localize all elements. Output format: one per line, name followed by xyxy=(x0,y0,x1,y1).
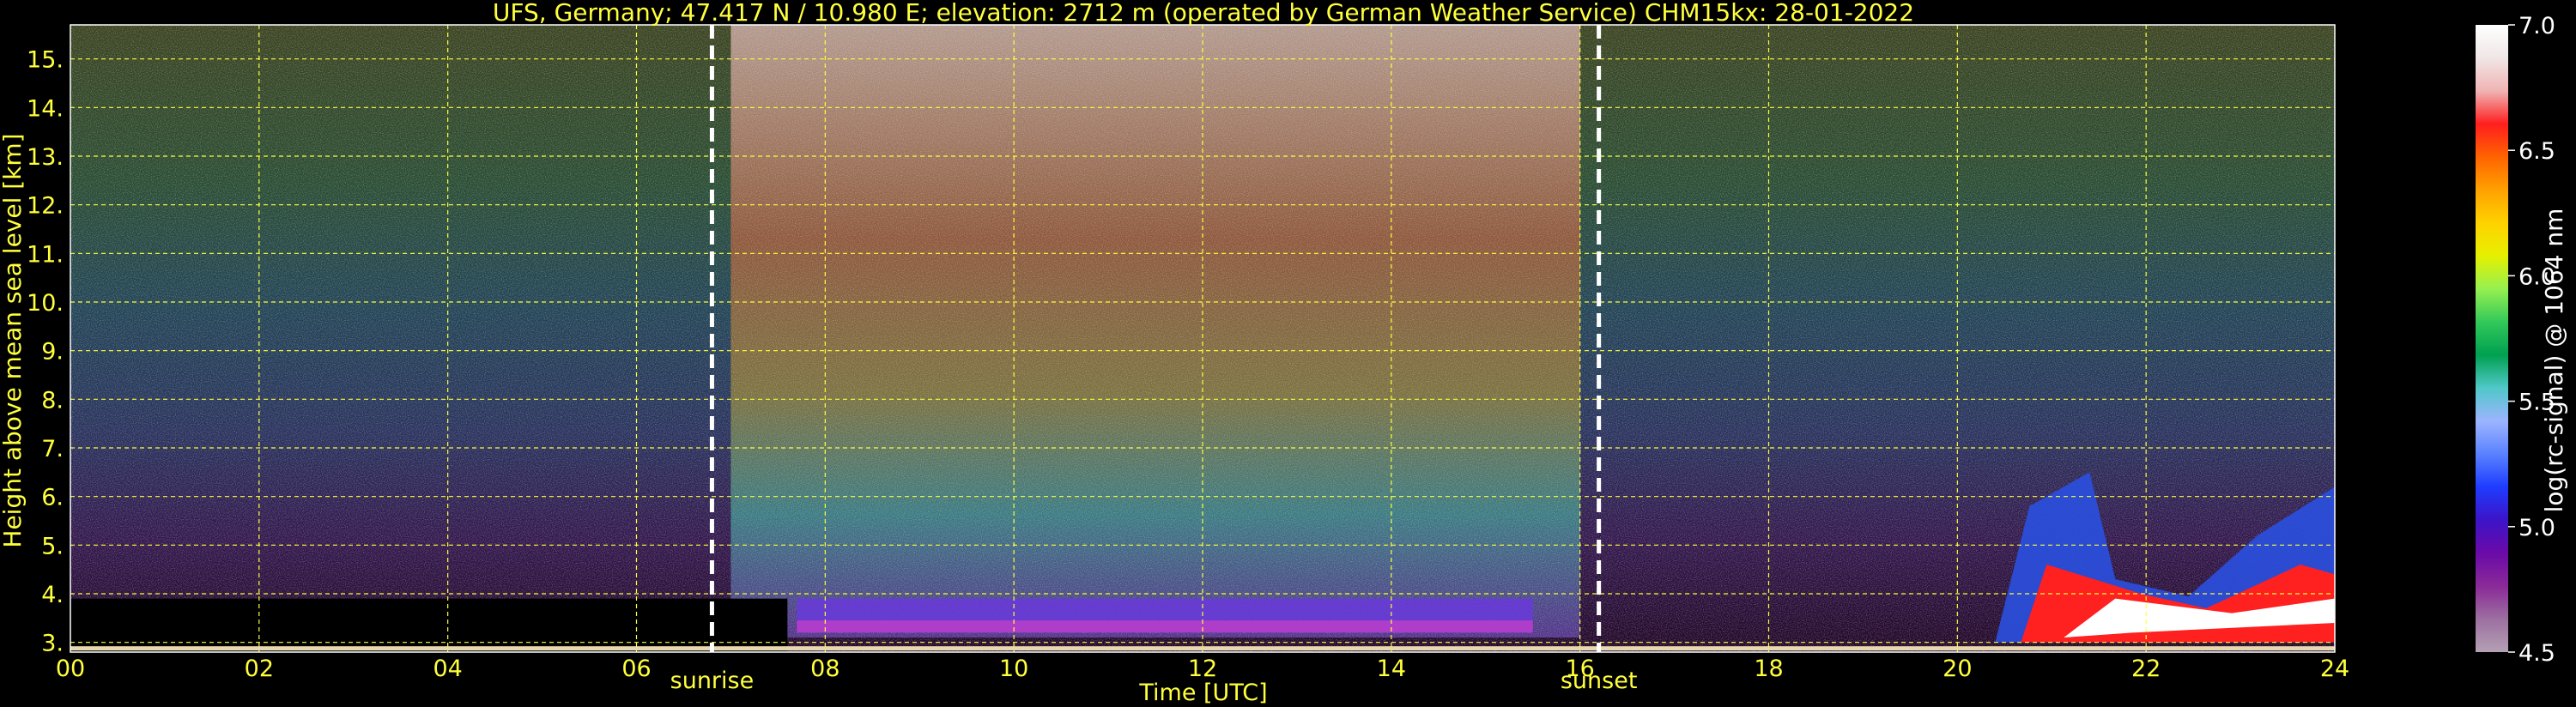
y-tick-label: 6. xyxy=(41,485,64,511)
x-tick-label: 12 xyxy=(1188,656,1217,682)
y-tick-label: 13. xyxy=(27,144,64,171)
x-tick-label: 20 xyxy=(1943,656,1972,682)
annotation-label-sunset: sunset xyxy=(1561,668,1638,694)
colorbar: 4.55.05.56.06.57.0 log(rc-signal) @ 1064… xyxy=(2476,13,2568,667)
colorbar-tick-label: 7.0 xyxy=(2518,13,2555,39)
colorbar-tick-label: 4.5 xyxy=(2518,640,2555,667)
y-tick-label: 12. xyxy=(27,193,64,220)
y-tick-label: 9. xyxy=(41,339,64,366)
x-tick-label: 24 xyxy=(2320,656,2349,682)
ground-mask xyxy=(70,598,788,652)
x-tick-label: 00 xyxy=(56,656,85,682)
y-tick-label: 3. xyxy=(41,631,64,657)
x-tick-label: 02 xyxy=(245,656,274,682)
y-tick-label: 4. xyxy=(41,582,64,608)
colorbar-label: log(rc-signal) @ 1064 nm xyxy=(2540,208,2568,513)
x-tick-label: 10 xyxy=(999,656,1028,682)
y-tick-label: 10. xyxy=(27,290,64,317)
y-tick-label: 15. xyxy=(27,47,64,74)
y-axis-label: Height above mean sea level [km] xyxy=(0,133,27,547)
x-tick-label: 06 xyxy=(621,656,651,682)
colorbar-gradient xyxy=(2476,25,2508,652)
y-tick-label: 5. xyxy=(41,533,64,559)
x-tick-label: 14 xyxy=(1377,656,1406,682)
boundary-layer-band-bottom xyxy=(797,620,1533,633)
y-tick-label: 8. xyxy=(41,387,64,414)
chart-title: UFS, Germany; 47.417 N / 10.980 E; eleva… xyxy=(493,0,1914,27)
x-axis-label: Time [UTC] xyxy=(1138,680,1267,706)
x-tick-label: 04 xyxy=(433,656,462,682)
y-tick-label: 11. xyxy=(27,241,64,268)
annotation-label-sunrise: sunrise xyxy=(670,668,755,694)
ceilometer-chart: UFS, Germany; 47.417 N / 10.980 E; eleva… xyxy=(0,0,2568,706)
colorbar-tick-label: 5.0 xyxy=(2518,515,2555,541)
y-tick-label: 14. xyxy=(27,95,64,122)
x-tick-label: 22 xyxy=(2131,656,2161,682)
x-ticks: 00 02 04 06 08 10 12 14 16 18 20 22 24 xyxy=(56,656,2349,682)
x-tick-label: 18 xyxy=(1754,656,1783,682)
x-tick-label: 08 xyxy=(810,656,839,682)
colorbar-tick-label: 6.5 xyxy=(2518,138,2555,165)
y-ticks: 3. 4. 5. 6. 7. 8. 9. 10. 11. 12. 13. 14. 15. xyxy=(27,47,64,657)
y-tick-label: 7. xyxy=(41,436,64,462)
